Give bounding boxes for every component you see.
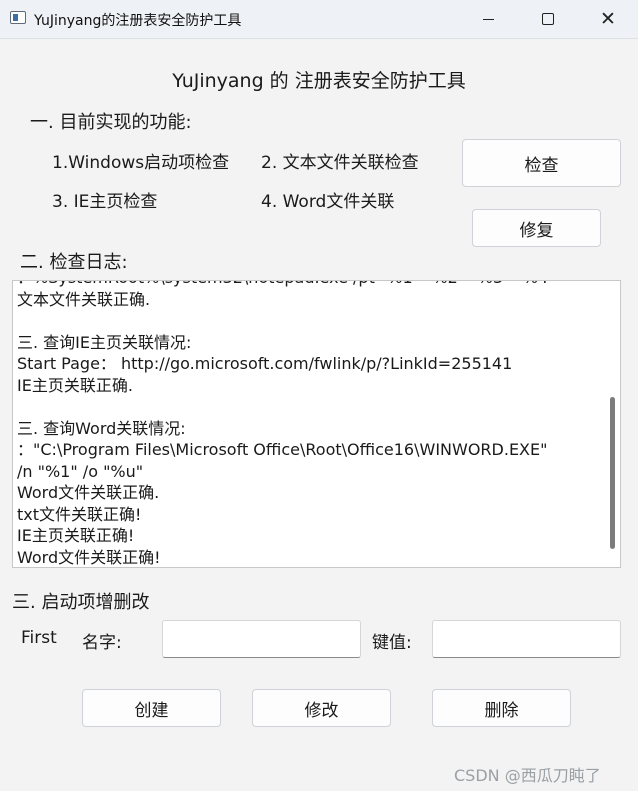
log-section-label: 二. 检查日志: — [20, 252, 128, 273]
app-heading: YuJinyang 的 注册表安全防护工具 — [172, 70, 466, 92]
feature-ie-homepage-check: 3. IE主页检查 — [52, 192, 158, 212]
minimize-button[interactable] — [462, 0, 514, 38]
log-line: ：%SystemRoot%\system32\notepad.exe /pt "… — [17, 281, 603, 289]
key-input[interactable] — [432, 620, 621, 658]
log-line: /n "%1" /o "%u" — [17, 461, 144, 481]
feature-text-assoc-check: 2. 文本文件关联检查 — [261, 153, 419, 173]
log-scrollbar-thumb[interactable] — [610, 397, 615, 549]
repair-button[interactable]: 修复 — [472, 209, 601, 247]
log-line: txt文件关联正确! — [17, 504, 142, 524]
functions-section-label: 一. 目前实现的功能: — [30, 112, 192, 133]
log-line: IE主页关联正确! — [17, 526, 135, 545]
log-textarea[interactable]: ：%SystemRoot%\system32\notepad.exe /pt "… — [12, 280, 621, 568]
app-icon — [10, 11, 26, 24]
name-input[interactable] — [162, 620, 361, 658]
maximize-button[interactable] — [522, 0, 574, 38]
log-content: ：%SystemRoot%\system32\notepad.exe /pt "… — [17, 281, 603, 567]
check-button[interactable]: 检查 — [462, 139, 621, 187]
feature-startup-check: 1.Windows启动项检查 — [52, 153, 230, 173]
log-line: ："C:\Program Files\Microsoft Office\Root… — [17, 440, 548, 459]
minimize-icon — [482, 18, 494, 20]
log-line: 文本文件关联正确. — [17, 289, 151, 309]
create-button[interactable]: 创建 — [82, 689, 221, 727]
log-line: Word文件关联正确! — [17, 547, 161, 567]
name-label: 名字: — [82, 633, 122, 653]
log-line: IE主页关联正确. — [17, 375, 133, 395]
log-scrollbar[interactable] — [608, 285, 617, 563]
maximize-icon — [542, 13, 554, 25]
log-line: Start Page： http://go.microsoft.com/fwli… — [17, 354, 513, 373]
log-line: Word文件关联正确. — [17, 483, 160, 502]
log-line: 三. 查询Word关联情况: — [17, 418, 186, 438]
close-button[interactable]: ✕ — [582, 0, 634, 38]
first-label: First — [21, 628, 57, 648]
watermark: CSDN @西瓜刀盹了 — [454, 766, 601, 785]
modify-button[interactable]: 修改 — [252, 689, 391, 727]
delete-button[interactable]: 删除 — [432, 689, 571, 727]
feature-word-assoc: 4. Word文件关联 — [261, 192, 395, 212]
key-label: 键值: — [372, 633, 412, 653]
title-bar[interactable]: YuJinyang的注册表安全防护工具 ✕ — [0, 0, 638, 39]
window-title: YuJinyang的注册表安全防护工具 — [34, 13, 242, 29]
log-line: 三. 查询IE主页关联情况: — [17, 332, 192, 352]
close-icon: ✕ — [600, 7, 616, 30]
startup-section-label: 三. 启动项增删改 — [12, 592, 150, 613]
